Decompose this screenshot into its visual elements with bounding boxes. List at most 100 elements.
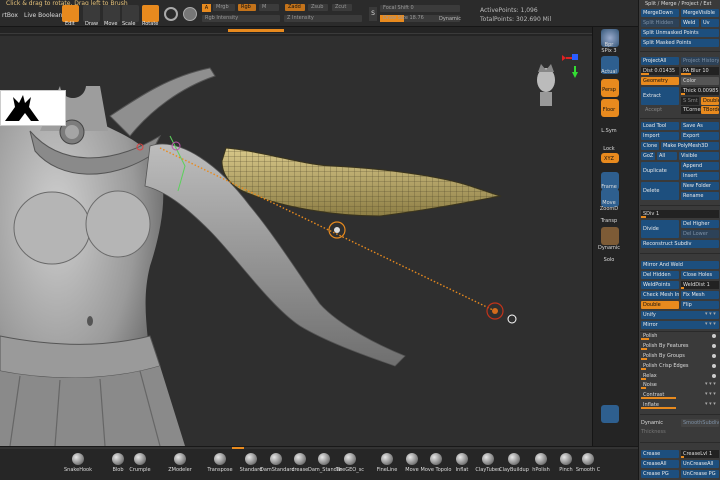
dynamic-button[interactable] — [601, 227, 619, 245]
move-button[interactable]: Move — [103, 5, 120, 27]
uv-button[interactable]: Uv — [701, 19, 719, 27]
insert-button[interactable]: Insert — [681, 172, 719, 180]
weld-button[interactable]: Weld — [681, 19, 699, 27]
rotate-button[interactable]: Rotate — [142, 5, 159, 27]
project-history-button[interactable]: Project History — [681, 57, 719, 65]
scale-button[interactable]: Scale — [122, 5, 139, 27]
project-all-button[interactable]: ProjectAll — [641, 57, 679, 65]
polish-groups-toggle-icon[interactable] — [712, 354, 716, 358]
brush-smooth[interactable]: Smooth C — [576, 450, 600, 480]
crease-pg-button[interactable]: Crease PG — [641, 470, 679, 478]
crease-button[interactable]: Crease — [641, 450, 679, 458]
brush-move[interactable]: Move — [402, 450, 422, 480]
tab-rtbox[interactable]: rtBox — [2, 12, 18, 19]
polish-features-row[interactable]: Polish By Features — [641, 342, 719, 350]
split-hidden-button[interactable]: Split Hidden — [641, 19, 679, 27]
polish-row[interactable]: Polish — [641, 332, 719, 340]
del-lower-button[interactable]: Del Lower — [681, 230, 719, 238]
load-tool-button[interactable]: Load Tool — [641, 122, 679, 130]
relax-toggle-icon[interactable] — [712, 374, 716, 378]
sdiv-slider[interactable]: SDiv 1 — [641, 210, 719, 218]
check-mesh-button[interactable]: Check Mesh Int — [641, 291, 679, 299]
polish-toggle-icon[interactable] — [712, 334, 716, 338]
weld-points-button[interactable]: WeldPoints — [641, 281, 679, 289]
duplicate-button[interactable]: Duplicate — [641, 162, 679, 180]
polish-crisp-toggle-icon[interactable] — [712, 364, 716, 368]
rgb-toggle[interactable]: Rgb — [238, 4, 256, 11]
axis-gizmo[interactable] — [562, 54, 578, 78]
brush-crumple[interactable]: Crumple — [129, 450, 151, 480]
crease-lvl-slider[interactable]: CreaseLvl 1 — [681, 450, 719, 458]
mirror-weld-button[interactable]: Mirror And Weld — [641, 261, 719, 269]
weld-dist-slider[interactable]: WeldDist 1 — [681, 281, 719, 289]
extract-button[interactable]: Extract — [641, 87, 679, 105]
divide-button[interactable]: Divide — [641, 220, 679, 238]
brush-claytubes[interactable]: ClayTubes — [475, 450, 501, 480]
brush-dam-standar[interactable]: Dam_Standar — [308, 450, 342, 480]
rgb-intensity-slider[interactable]: Rgb Intensity — [202, 15, 280, 22]
dynamic-toggle[interactable]: Dynamic — [439, 16, 461, 23]
del-higher-button[interactable]: Del Higher — [681, 220, 719, 228]
mrgb-toggle[interactable]: Mrgb — [213, 4, 235, 11]
color-button[interactable]: Color — [681, 77, 719, 85]
crease-all-button[interactable]: CreaseAll — [641, 460, 679, 468]
live-boolean-button[interactable]: Live Boolean — [24, 12, 62, 19]
fix-mesh-button[interactable]: Fix Mesh — [681, 291, 719, 299]
relax-row[interactable]: Relax — [641, 372, 719, 380]
s-indicator[interactable]: S — [369, 7, 377, 21]
brush-fineline[interactable]: FineLine — [377, 450, 397, 480]
brush-inflat[interactable]: Inflat — [452, 450, 472, 480]
smooth-subdiv-button[interactable]: SmoothSubdiv — [681, 419, 719, 427]
brush-zmodeler[interactable]: ZModeler — [168, 450, 192, 480]
polish-groups-row[interactable]: Polish By Groups — [641, 352, 719, 360]
merge-visible-button[interactable]: MergeVisible — [681, 9, 719, 17]
edit-button[interactable]: Edit — [62, 5, 79, 27]
close-holes-button[interactable]: Close Holes — [681, 271, 719, 279]
sculpt-canvas[interactable] — [0, 36, 592, 446]
save-as-button[interactable]: Save As — [681, 122, 719, 130]
spotlight-button[interactable] — [601, 405, 619, 423]
brush-thegeo[interactable]: TheGEO_sc — [336, 450, 364, 480]
reconstruct-subdiv-button[interactable]: Reconstruct Subdiv — [641, 240, 719, 248]
clone-button[interactable]: Clone — [641, 142, 659, 150]
gizmo-icon[interactable] — [164, 7, 178, 21]
flip-button[interactable]: Flip — [681, 301, 719, 309]
zsub-toggle[interactable]: Zsub — [308, 4, 328, 11]
dist-slider[interactable]: Dist 0.01435 — [641, 67, 679, 75]
3d-viewport[interactable] — [0, 36, 592, 446]
import-button[interactable]: Import — [641, 132, 679, 140]
brush-hpolish[interactable]: hPolish — [531, 450, 551, 480]
sphere-icon[interactable] — [183, 7, 197, 21]
split-unmasked-button[interactable]: Split Unmasked Points — [641, 29, 719, 37]
all-button[interactable]: All — [657, 152, 677, 160]
s-smt-slider[interactable]: S Smt 5 — [681, 97, 699, 105]
brush-crease[interactable]: crease — [290, 450, 310, 480]
tborder-button[interactable]: TBorder — [701, 106, 719, 114]
brush-snakehook[interactable]: SnakeHook — [64, 450, 92, 480]
goz-button[interactable]: GoZ — [641, 152, 655, 160]
a-indicator[interactable]: A — [202, 4, 211, 12]
thick-slider[interactable]: Thick 0.00985 — [681, 87, 719, 95]
brush-damstandard[interactable]: DamStandard — [260, 450, 295, 480]
draw-button[interactable]: Draw — [83, 5, 100, 27]
navigation-head-icon[interactable] — [537, 64, 555, 106]
polish-features-toggle-icon[interactable] — [712, 344, 716, 348]
double-button[interactable]: Double — [701, 97, 719, 105]
brush-claybuildup[interactable]: ClayBuildup — [499, 450, 529, 480]
zadd-toggle[interactable]: Zadd — [285, 4, 305, 11]
z-intensity-slider[interactable]: Z Intensity — [284, 15, 362, 22]
new-folder-button[interactable]: New Folder — [681, 182, 719, 190]
accept-button[interactable]: Accept — [645, 106, 662, 114]
brush-transpose[interactable]: Transpose — [207, 450, 233, 480]
append-button[interactable]: Append — [681, 162, 719, 170]
brush-move-topological[interactable]: Move Topolo — [421, 450, 451, 480]
make-polymesh-button[interactable]: Make PolyMesh3D — [661, 142, 719, 150]
pa-blur-slider[interactable]: PA Blur 10 — [681, 67, 719, 75]
uncrease-pg-button[interactable]: UnCrease PG — [681, 470, 719, 478]
m-toggle[interactable]: M — [259, 4, 279, 11]
delete-button[interactable]: Delete — [641, 182, 679, 200]
split-masked-button[interactable]: Split Masked Points — [641, 39, 719, 47]
del-hidden-button[interactable]: Del Hidden — [641, 271, 679, 279]
zcut-toggle[interactable]: Zcut — [332, 4, 352, 11]
rename-button[interactable]: Rename — [681, 192, 719, 200]
